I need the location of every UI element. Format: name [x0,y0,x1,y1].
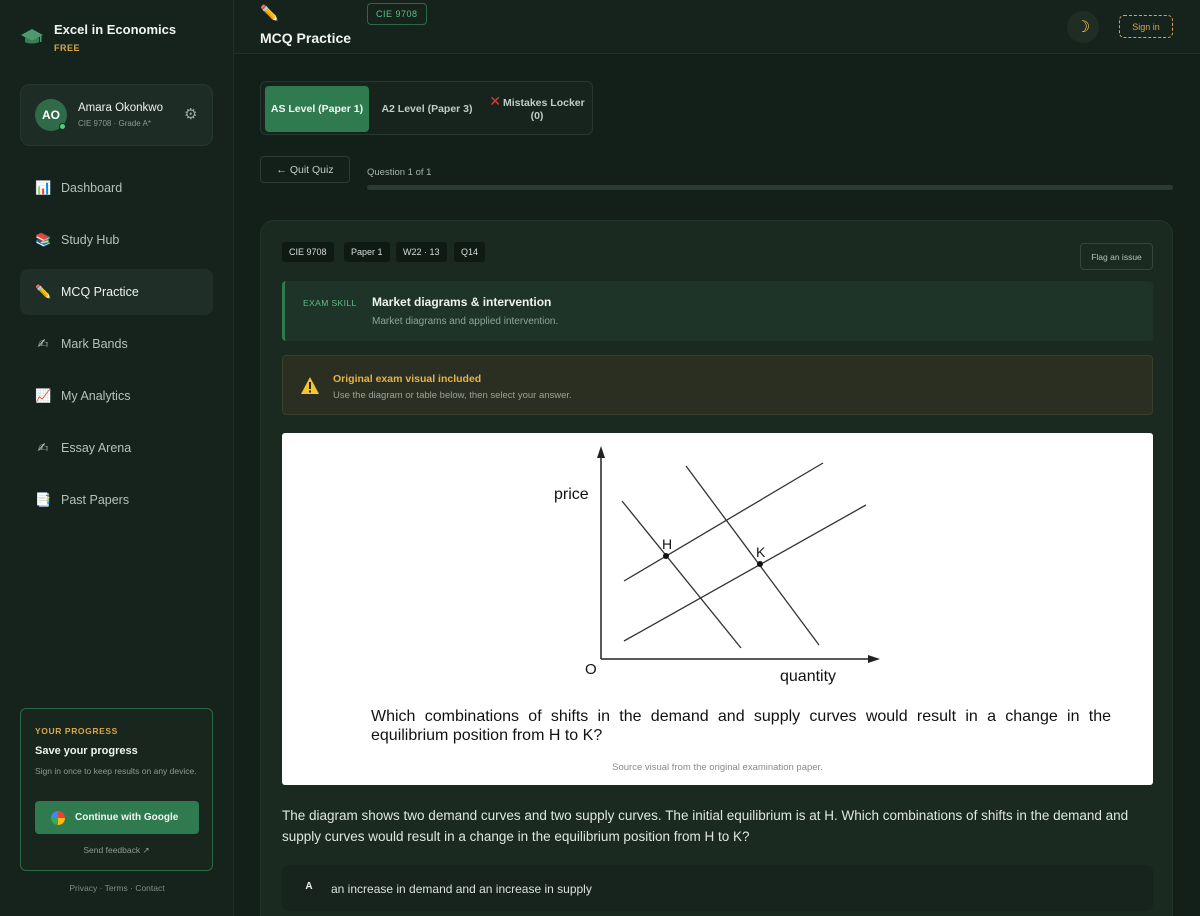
send-feedback-link[interactable]: Send feedback ↗ [21,845,212,856]
flag-issue-button[interactable]: Flag an issue [1080,243,1153,270]
sidebar-item-mark-bands[interactable]: ✍ Mark Bands [20,321,213,367]
sidebar-item-dashboard[interactable]: 📊 Dashboard [20,165,213,211]
books-icon: 📚 [35,232,52,247]
sidebar-item-essay-arena[interactable]: ✍ Essay Arena [20,425,213,471]
question-card: CIE 9708 Paper 1 W22 · 13 Q14 Flag an is… [260,220,1173,916]
exam-skill-tag: EXAM SKILL [303,298,357,308]
exam-skill-box: EXAM SKILL Market diagrams & interventio… [282,281,1153,341]
y-axis-label: price [554,486,589,503]
online-status-dot [59,123,66,130]
warning-icon [301,377,319,394]
pencil-icon: ✏️ [260,5,279,22]
sidebar: Excel in Economics FREE AO Amara Okonkwo… [0,0,234,916]
writing-hand-icon: ✍ [37,336,49,351]
plan-badge: FREE [54,43,81,53]
visual-notice-subtitle: Use the diagram or table below, then sel… [333,390,572,401]
profile-card[interactable]: AO Amara Okonkwo CIE 9708 · Grade A* ⚙ [20,84,213,146]
sidebar-item-label: Past Papers [61,493,130,507]
progress-card: YOUR PROGRESS Save your progress Sign in… [20,708,213,871]
sign-in-button[interactable]: Sign in [1119,15,1173,38]
visual-notice: Original exam visual included Use the di… [282,355,1153,415]
meta-chip-syllabus: CIE 9708 [282,242,334,262]
sidebar-item-label: Dashboard [61,181,123,195]
x-icon: ✕ [489,93,501,109]
tab-a2-level[interactable]: A2 Level (Paper 3) [373,86,481,132]
point-h-label: H [662,536,672,552]
moon-icon: ☽ [1075,19,1091,36]
level-tabs: AS Level (Paper 1) A2 Level (Paper 3) ✕ M… [260,81,593,135]
exam-skill-subtitle: Market diagrams and applied intervention… [372,316,559,327]
supply-curve-2 [623,504,867,642]
quiz-progress-bar [367,185,1173,190]
exam-diagram: H K price O quantity Which combinations … [282,433,1153,785]
visual-notice-title: Original exam visual included [333,373,482,385]
question-counter: Question 1 of 1 [367,167,432,178]
sidebar-item-mcq-practice[interactable]: ✏️ MCQ Practice [20,269,213,315]
diagram-question-text: Which combinations of shifts in the dema… [371,708,1111,744]
sidebar-item-label: Mark Bands [61,337,128,351]
sidebar-item-label: MCQ Practice [61,285,139,299]
trend-chart-icon: 📈 [35,388,52,403]
equilibrium-point-h [663,553,669,559]
google-button-label: Continue with Google [75,812,179,823]
tab-label: AS Level (Paper 1) [270,102,364,115]
option-text: an increase in demand and an increase in… [331,882,592,896]
theme-toggle-button[interactable]: ☽ [1067,11,1099,43]
brand-title: Excel in Economics [54,22,177,37]
demand-curve-1 [621,500,742,649]
quit-quiz-button[interactable]: ← Quit Quiz [260,156,350,183]
question-text: The diagram shows two demand curves and … [282,808,1129,844]
document-icon: 📑 [35,492,52,507]
graduation-cap-icon [21,29,43,44]
option-letter: A [305,881,313,892]
bar-chart-icon: 📊 [35,180,52,195]
meta-chip-session: W22 · 13 [396,242,447,262]
footer-links[interactable]: Privacy · Terms · Contact [0,883,234,893]
tab-mistakes-locker[interactable]: ✕ Mistakes Locker (0) [487,86,587,132]
tab-label: ✕ Mistakes Locker (0) [487,93,587,123]
profile-subtitle: CIE 9708 · Grade A* [78,119,151,128]
supply-curve-1 [623,462,824,582]
x-axis-arrow [868,655,880,663]
sidebar-item-label: Study Hub [61,233,120,247]
y-axis-arrow [597,446,605,458]
profile-name: Amara Okonkwo [78,102,164,114]
meta-chip-question: Q14 [454,242,486,262]
point-k-label: K [756,544,766,560]
sidebar-item-label: My Analytics [61,389,131,403]
tab-as-level[interactable]: AS Level (Paper 1) [265,86,369,132]
progress-description: Sign in once to keep results on any devi… [35,766,197,776]
page-title: MCQ Practice [260,30,352,46]
progress-label: YOUR PROGRESS [35,726,118,736]
sidebar-item-past-papers[interactable]: 📑 Past Papers [20,477,213,523]
exam-skill-title: Market diagrams & intervention [372,295,552,309]
x-axis-label: quantity [780,668,836,685]
sidebar-item-study-hub[interactable]: 📚 Study Hub [20,217,213,263]
progress-title: Save your progress [35,745,138,757]
sidebar-item-my-analytics[interactable]: 📈 My Analytics [20,373,213,419]
writing-hand-icon: ✍ [37,440,49,455]
equilibrium-point-k [757,561,763,567]
meta-chip-paper: Paper 1 [344,242,390,262]
origin-label: O [585,661,597,678]
diagram-source-note: Source visual from the original examinat… [612,762,823,773]
mistakes-label: Mistakes Locker (0) [503,97,585,122]
continue-with-google-button[interactable]: Continue with Google [35,801,199,834]
topbar: ✏️ MCQ Practice CIE 9708 ☽ Sign in [234,0,1200,54]
tab-label: A2 Level (Paper 3) [381,102,473,115]
gear-icon[interactable]: ⚙ [184,107,200,123]
sidebar-item-label: Essay Arena [61,441,132,455]
demand-curve-2 [685,465,820,646]
answer-option-a[interactable]: A an increase in demand and an increase … [282,865,1153,911]
syllabus-code-chip: CIE 9708 [367,3,427,25]
brand[interactable]: Excel in Economics FREE [20,22,176,53]
pencil-icon: ✏️ [35,284,52,299]
google-icon [51,810,65,825]
